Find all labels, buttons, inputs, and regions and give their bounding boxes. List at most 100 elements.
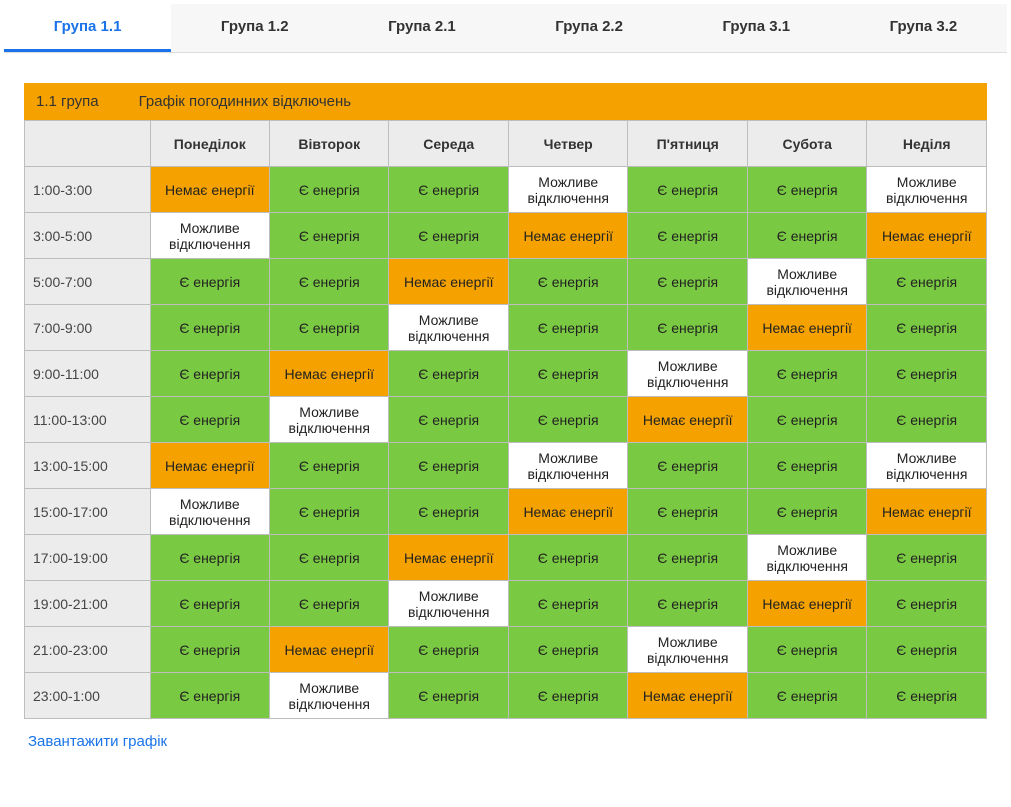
- status-cell: Є енергія: [747, 673, 866, 719]
- status-cell: Є енергія: [270, 489, 389, 535]
- status-cell: Є енергія: [628, 581, 747, 627]
- day-header: Неділя: [867, 121, 987, 167]
- status-cell: Немає енергії: [747, 581, 866, 627]
- status-cell: Можливе відключення: [747, 535, 866, 581]
- status-cell: Немає енергії: [747, 305, 866, 351]
- tab-group-6[interactable]: Група 3.2: [840, 4, 1007, 52]
- time-slot: 1:00-3:00: [25, 167, 151, 213]
- day-header: Субота: [747, 121, 866, 167]
- status-cell: Немає енергії: [867, 489, 987, 535]
- status-cell: Можливе відключення: [389, 305, 508, 351]
- status-cell: Немає енергії: [270, 351, 389, 397]
- status-cell: Є енергія: [747, 627, 866, 673]
- schedule-row: 13:00-15:00Немає енергіїЄ енергіяЄ енерг…: [25, 443, 987, 489]
- status-cell: Є енергія: [389, 673, 508, 719]
- status-cell: Є енергія: [508, 397, 627, 443]
- tab-group-5[interactable]: Група 3.1: [673, 4, 840, 52]
- time-column-header: [25, 121, 151, 167]
- status-cell: Є енергія: [270, 581, 389, 627]
- status-cell: Є енергія: [150, 627, 269, 673]
- schedule-row: 17:00-19:00Є енергіяЄ енергіяНемає енерг…: [25, 535, 987, 581]
- status-cell: Є енергія: [270, 443, 389, 489]
- status-cell: Є енергія: [389, 167, 508, 213]
- status-cell: Є енергія: [747, 489, 866, 535]
- status-cell: Є енергія: [747, 213, 866, 259]
- schedule-subtitle: Графік погодинних відключень: [139, 93, 351, 110]
- status-cell: Можливе відключення: [867, 167, 987, 213]
- status-cell: Немає енергії: [508, 489, 627, 535]
- status-cell: Є енергія: [628, 535, 747, 581]
- time-slot: 19:00-21:00: [25, 581, 151, 627]
- status-cell: Немає енергії: [150, 167, 269, 213]
- status-cell: Є енергія: [150, 581, 269, 627]
- status-cell: Є енергія: [747, 397, 866, 443]
- status-cell: Є енергія: [747, 167, 866, 213]
- status-cell: Можливе відключення: [270, 397, 389, 443]
- time-slot: 9:00-11:00: [25, 351, 151, 397]
- time-slot: 15:00-17:00: [25, 489, 151, 535]
- status-cell: Є енергія: [628, 443, 747, 489]
- schedule-row: 7:00-9:00Є енергіяЄ енергіяМожливе відкл…: [25, 305, 987, 351]
- status-cell: Є енергія: [150, 535, 269, 581]
- status-cell: Немає енергії: [628, 397, 747, 443]
- status-cell: Є енергія: [867, 305, 987, 351]
- group-name: 1.1 група: [36, 93, 99, 110]
- tab-group-2[interactable]: Група 1.2: [171, 4, 338, 52]
- status-cell: Є енергія: [389, 397, 508, 443]
- status-cell: Є енергія: [508, 673, 627, 719]
- day-header: Вівторок: [270, 121, 389, 167]
- status-cell: Є енергія: [867, 535, 987, 581]
- status-cell: Є енергія: [628, 259, 747, 305]
- time-slot: 5:00-7:00: [25, 259, 151, 305]
- status-cell: Є енергія: [150, 673, 269, 719]
- day-header: Понеділок: [150, 121, 269, 167]
- status-cell: Є енергія: [508, 535, 627, 581]
- status-cell: Можливе відключення: [389, 581, 508, 627]
- status-cell: Є енергія: [747, 443, 866, 489]
- status-cell: Є енергія: [270, 259, 389, 305]
- status-cell: Можливе відключення: [270, 673, 389, 719]
- time-slot: 7:00-9:00: [25, 305, 151, 351]
- status-cell: Немає енергії: [628, 673, 747, 719]
- status-cell: Є енергія: [867, 351, 987, 397]
- status-cell: Є енергія: [508, 305, 627, 351]
- day-header: П'ятниця: [628, 121, 747, 167]
- tab-group-3[interactable]: Група 2.1: [338, 4, 505, 52]
- status-cell: Можливе відключення: [628, 627, 747, 673]
- status-cell: Є енергія: [628, 213, 747, 259]
- status-cell: Є енергія: [150, 259, 269, 305]
- schedule-row: 21:00-23:00Є енергіяНемає енергіїЄ енерг…: [25, 627, 987, 673]
- status-cell: Можливе відключення: [747, 259, 866, 305]
- status-cell: Є енергія: [270, 213, 389, 259]
- time-slot: 21:00-23:00: [25, 627, 151, 673]
- tab-group-4[interactable]: Група 2.2: [506, 4, 673, 52]
- tab-group-1[interactable]: Група 1.1: [4, 4, 171, 52]
- status-cell: Є енергія: [867, 581, 987, 627]
- download-schedule-link[interactable]: Завантажити графік: [24, 719, 171, 756]
- status-cell: Є енергія: [867, 397, 987, 443]
- status-cell: Є енергія: [867, 259, 987, 305]
- time-slot: 23:00-1:00: [25, 673, 151, 719]
- status-cell: Є енергія: [747, 351, 866, 397]
- status-cell: Є енергія: [508, 581, 627, 627]
- status-cell: Немає енергії: [270, 627, 389, 673]
- status-cell: Є енергія: [270, 305, 389, 351]
- time-slot: 3:00-5:00: [25, 213, 151, 259]
- time-slot: 11:00-13:00: [25, 397, 151, 443]
- status-cell: Є енергія: [389, 351, 508, 397]
- status-cell: Немає енергії: [389, 535, 508, 581]
- status-cell: Немає енергії: [150, 443, 269, 489]
- time-slot: 17:00-19:00: [25, 535, 151, 581]
- status-cell: Є енергія: [270, 535, 389, 581]
- status-cell: Немає енергії: [508, 213, 627, 259]
- status-cell: Є енергія: [389, 627, 508, 673]
- schedule-row: 1:00-3:00Немає енергії Є енергія Є енергія…: [25, 167, 987, 213]
- schedule-row: 3:00-5:00Можливе відключенняЄ енергіяЄ е…: [25, 213, 987, 259]
- schedule-title-bar: 1.1 група Графік погодинних відключень: [24, 83, 987, 120]
- time-slot: 13:00-15:00: [25, 443, 151, 489]
- group-tabs: Група 1.1Група 1.2Група 2.1Група 2.2Груп…: [4, 4, 1007, 53]
- status-cell: Є енергія: [508, 627, 627, 673]
- schedule-row: 11:00-13:00Є енергіяМожливе відключенняЄ…: [25, 397, 987, 443]
- status-cell: Можливе відключення: [150, 489, 269, 535]
- status-cell: Є енергія: [508, 351, 627, 397]
